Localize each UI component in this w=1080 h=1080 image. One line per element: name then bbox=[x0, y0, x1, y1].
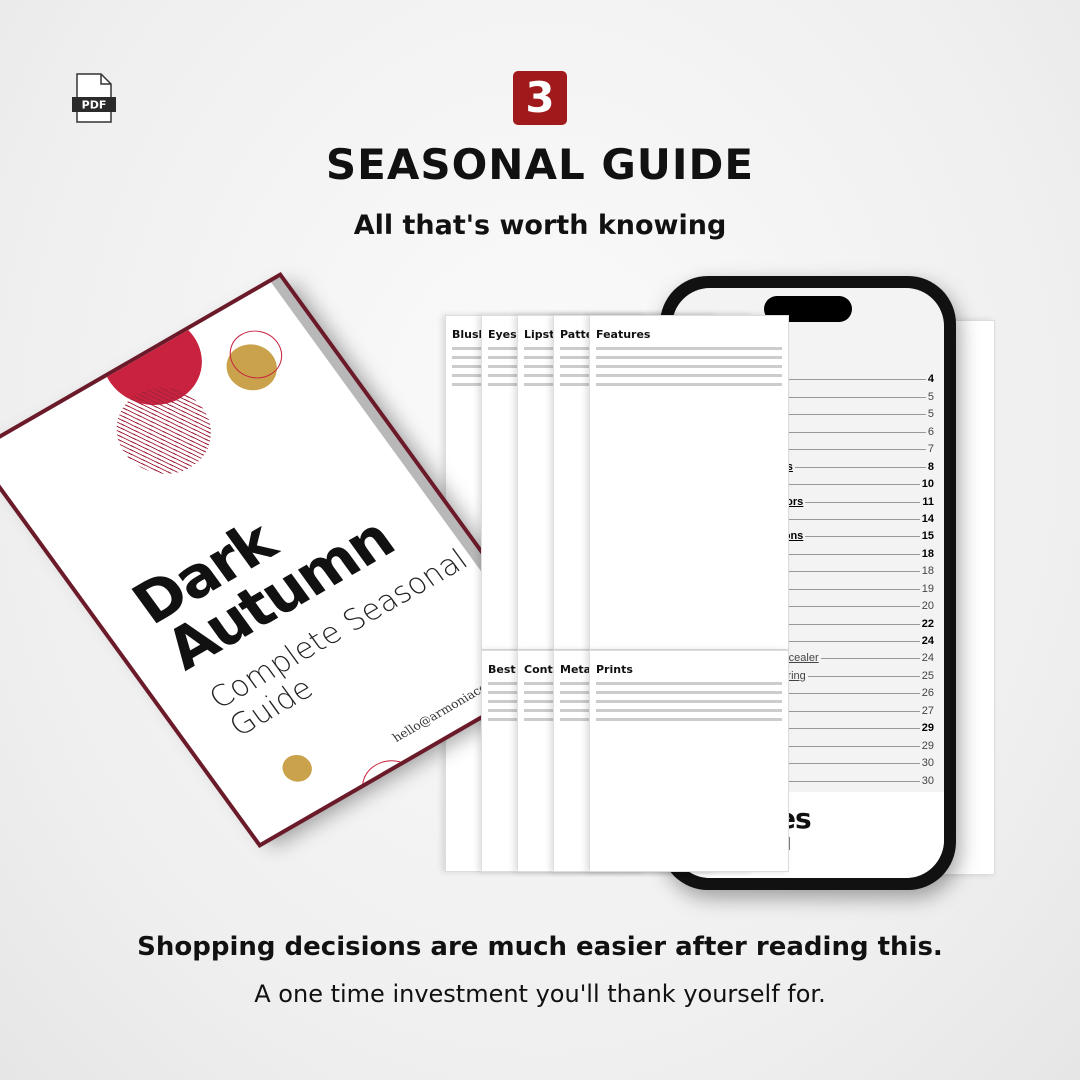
decor-circle bbox=[276, 749, 318, 787]
page-heading: Features bbox=[596, 328, 651, 341]
toc-page: 6 bbox=[927, 425, 934, 438]
headline: Shopping decisions are much easier after… bbox=[137, 932, 943, 962]
toc-page: 15 bbox=[921, 530, 934, 543]
toc-page: 20 bbox=[921, 600, 934, 613]
toc-page: 30 bbox=[921, 774, 934, 787]
toc-page: 24 bbox=[921, 635, 934, 647]
toc-page: 22 bbox=[921, 617, 934, 630]
pdf-label: PDF bbox=[82, 99, 107, 112]
toc-page: 26 bbox=[921, 687, 934, 700]
toc-page: 19 bbox=[921, 582, 934, 595]
decor-circle bbox=[349, 749, 438, 829]
guide-page: Features bbox=[589, 315, 789, 650]
page-heading: Prints bbox=[596, 663, 633, 676]
toc-page: 18 bbox=[921, 565, 934, 578]
toc-page: 27 bbox=[921, 704, 934, 717]
toc-page: 5 bbox=[927, 390, 934, 403]
page-title: SEASONAL GUIDE bbox=[325, 140, 755, 189]
toc-page: 10 bbox=[921, 478, 934, 491]
toc-page: 24 bbox=[921, 652, 934, 665]
toc-page: 11 bbox=[922, 495, 934, 508]
toc-page: 29 bbox=[921, 739, 934, 752]
toc-page: 18 bbox=[921, 547, 934, 560]
toc-page: 29 bbox=[921, 722, 934, 735]
guide-page: Prints bbox=[589, 650, 789, 872]
pdf-file-icon: PDF bbox=[72, 73, 116, 123]
toc-page: 30 bbox=[921, 757, 934, 770]
step-badge: 3 bbox=[513, 71, 567, 125]
toc-page: 25 bbox=[921, 669, 934, 682]
page-subtitle: All that's worth knowing bbox=[353, 210, 727, 241]
toc-page: 14 bbox=[921, 512, 934, 525]
toc-page: 5 bbox=[927, 408, 934, 421]
toc-page: 4 bbox=[927, 373, 934, 386]
toc-page: 7 bbox=[927, 443, 934, 456]
toc-page: 8 bbox=[927, 460, 934, 473]
subline: A one time investment you'll thank yours… bbox=[254, 980, 826, 1008]
